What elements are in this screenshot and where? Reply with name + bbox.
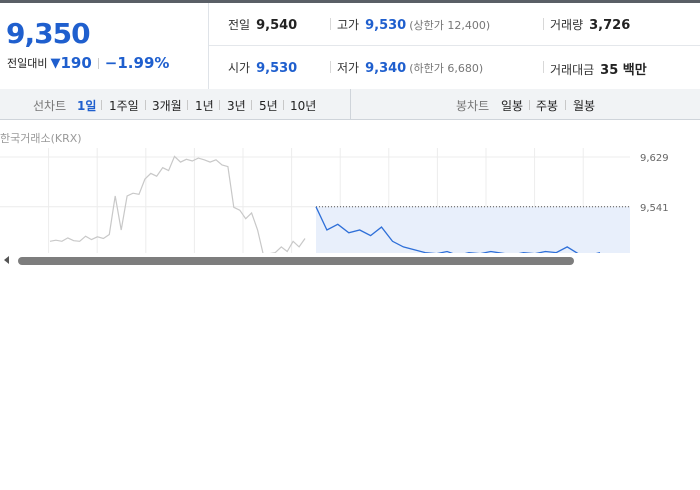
period-bar: 선차트 1일 1주일 3개월 1년 3년 5년 10년 봉차트 일봉 주봉 월봉 [0, 89, 700, 120]
down-triangle-icon: ▼ [50, 55, 61, 71]
open-cell: 시가 9,530 [228, 59, 297, 76]
separator [187, 100, 188, 110]
volume-label: 거래량 [550, 18, 584, 32]
divider [543, 18, 544, 30]
period-1d[interactable]: 1일 [77, 97, 96, 114]
high-value: 9,530 [365, 18, 407, 33]
candle-weekly[interactable]: 주봉 [536, 97, 558, 114]
quote-row-2: 시가 9,530 저가 9,340 (하한가 6,680) 거래대금 35 백만 [209, 46, 700, 88]
current-session-area [316, 206, 630, 254]
change-line: 전일대비 ▼ 190 −1.99% [7, 54, 169, 72]
candle-daily[interactable]: 일봉 [501, 97, 523, 114]
horizontal-scrollbar[interactable] [0, 253, 700, 269]
period-10y[interactable]: 10년 [290, 97, 316, 114]
quote-row-1: 전일 9,540 고가 9,530 (상한가 12,400) 거래량 3,726 [209, 3, 700, 46]
y-axis-ticks: 9,6299,5419,454 [640, 153, 669, 254]
period-3m[interactable]: 3개월 [152, 97, 182, 114]
scroll-left-arrow-icon[interactable] [4, 256, 9, 264]
candle-monthly[interactable]: 월봉 [573, 97, 595, 114]
volume-value: 3,726 [589, 18, 631, 33]
divider [330, 18, 331, 30]
trade-value-label: 거래대금 [550, 63, 595, 77]
separator [283, 100, 284, 110]
trade-value-cell: 거래대금 35 백만 [550, 59, 647, 78]
change-label: 전일대비 [7, 57, 48, 70]
separator [219, 100, 220, 110]
prev-close-cell: 전일 9,540 [228, 16, 297, 33]
separator [145, 100, 146, 110]
prev-close-label: 전일 [228, 18, 251, 32]
high-label: 고가 [337, 18, 360, 32]
prev-session [49, 155, 306, 254]
low-value: 9,340 [365, 61, 407, 76]
low-label: 저가 [337, 61, 360, 75]
open-value: 9,530 [256, 61, 298, 76]
period-1y[interactable]: 1년 [195, 97, 214, 114]
line-chart-label: 선차트 [33, 99, 67, 113]
divider [330, 61, 331, 73]
current-price: 9,350 [6, 17, 91, 50]
y-tick-label: 9,541 [640, 203, 669, 214]
prev-session-line [49, 155, 306, 254]
intraday-chart: 9,6299,5419,454 [0, 148, 669, 254]
data-source: 한국거래소(KRX) [0, 132, 82, 145]
high-cell: 고가 9,530 (상한가 12,400) [337, 16, 490, 33]
period-3y[interactable]: 3년 [227, 97, 246, 114]
y-tick-label: 9,629 [640, 153, 669, 164]
open-label: 시가 [228, 61, 251, 75]
volume-cell: 거래량 3,726 [550, 16, 630, 33]
change-percent: −1.99% [104, 54, 170, 72]
separator [101, 100, 102, 110]
separator [565, 100, 566, 110]
divider [543, 61, 544, 73]
current-session [315, 206, 630, 254]
low-cell: 저가 9,340 (하한가 6,680) [337, 59, 483, 76]
separator [529, 100, 530, 110]
period-1w[interactable]: 1주일 [109, 97, 139, 114]
separator [97, 57, 99, 69]
separator [251, 100, 252, 110]
line-chart-periods: 선차트 1일 1주일 3개월 1년 3년 5년 10년 [0, 89, 351, 119]
trade-value: 35 백만 [600, 63, 647, 78]
prev-close-value: 9,540 [256, 18, 298, 33]
period-5y[interactable]: 5년 [259, 97, 278, 114]
change-amount: 190 [60, 54, 92, 72]
candle-chart-label: 봉차트 [456, 99, 490, 113]
quote-summary: 9,350 전일대비 ▼ 190 −1.99% 전일 9,540 고가 9,530(… [0, 3, 700, 90]
upper-limit: (상한가 12,400) [409, 19, 491, 32]
price-box: 9,350 전일대비 ▼ 190 −1.99% [0, 3, 209, 89]
scroll-thumb[interactable] [18, 257, 574, 265]
lower-limit: (하한가 6,680) [409, 62, 484, 75]
